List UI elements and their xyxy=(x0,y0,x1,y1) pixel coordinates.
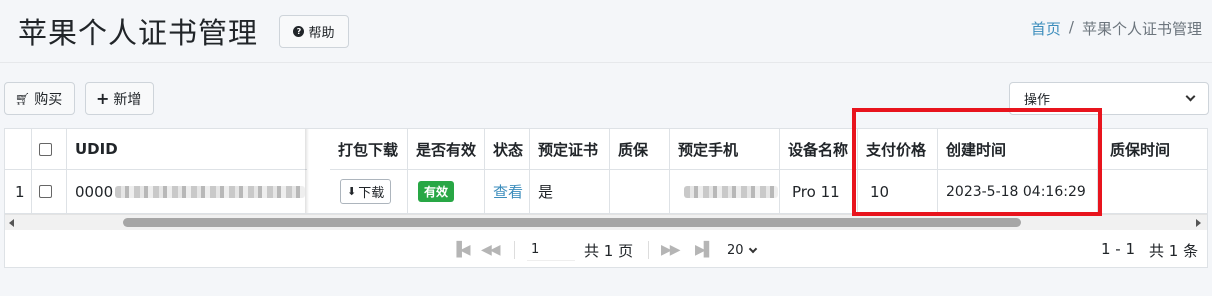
status-cell: 查看 xyxy=(485,169,530,213)
add-button[interactable]: + 新增 xyxy=(85,82,154,115)
udid-cell: 0000 xyxy=(67,169,307,213)
warranty-time-cell xyxy=(1098,169,1207,213)
row-number: 1 xyxy=(5,169,32,213)
column-header-device-name[interactable]: 设备名称 xyxy=(780,129,858,169)
next-page-icon[interactable]: ▶▶ xyxy=(661,242,680,258)
help-button[interactable]: ? 帮助 xyxy=(279,15,349,48)
range-text: 1 - 1 xyxy=(1101,240,1136,258)
column-header-reserved-phone[interactable]: 预定手机 xyxy=(670,129,780,169)
pagination: ▐◀ ◀◀ 1 共 1 页 ▶▶ ▶▌ 20 1 - 1 共 1 条 xyxy=(5,231,1207,269)
buy-button-label: 购买 xyxy=(34,91,63,108)
select-all-cell xyxy=(32,129,67,169)
red-highlight-box xyxy=(852,108,1102,216)
download-cell: ⬇ 下载 xyxy=(330,169,408,213)
help-button-label: 帮助 xyxy=(308,26,335,41)
chevron-down-icon xyxy=(1185,91,1196,102)
breadcrumb-separator: / xyxy=(1068,18,1074,36)
valid-badge: 有效 xyxy=(418,181,455,202)
download-button[interactable]: ⬇ 下载 xyxy=(340,179,392,204)
scroll-right-icon[interactable] xyxy=(1196,219,1201,227)
add-button-label: 新增 xyxy=(113,91,142,108)
page-header: 苹果个人证书管理 ? 帮助 首页 / 苹果个人证书管理 xyxy=(0,0,1212,62)
select-all-checkbox[interactable] xyxy=(39,142,52,156)
device-name-cell: Pro 11 xyxy=(780,169,858,213)
reserved-phone-cell xyxy=(670,169,780,213)
column-header-udid[interactable]: UDID xyxy=(67,129,307,169)
last-page-icon[interactable]: ▶▌ xyxy=(695,242,714,258)
row-checkbox-cell xyxy=(32,169,67,213)
column-header-reserved-cert[interactable]: 预定证书 xyxy=(530,129,610,169)
phone-redacted xyxy=(684,185,778,198)
warranty-cell xyxy=(610,169,670,213)
fixed-column-shadow xyxy=(305,129,309,213)
pager-separator xyxy=(648,241,649,259)
operations-select-value: 操作 xyxy=(1024,93,1051,108)
column-header-warranty-time[interactable]: 质保时间 xyxy=(1098,129,1207,169)
udid-redacted xyxy=(115,185,306,198)
valid-cell: 有效 xyxy=(408,169,485,213)
page-size-value: 20 xyxy=(727,242,744,258)
row-number-header xyxy=(5,129,32,169)
total-records-text: 共 1 条 xyxy=(1149,242,1199,260)
row-checkbox[interactable] xyxy=(39,185,52,198)
breadcrumb-current: 苹果个人证书管理 xyxy=(1081,20,1202,38)
page-size-select[interactable]: 20 xyxy=(723,240,771,260)
download-icon: ⬇ xyxy=(347,185,357,198)
breadcrumb: 首页 / 苹果个人证书管理 xyxy=(1031,18,1202,39)
shopping-cart-icon: 🛒︎ xyxy=(15,91,31,106)
reserved-cert-cell: 是 xyxy=(530,169,610,213)
question-circle-icon: ? xyxy=(293,26,305,37)
page-title: 苹果个人证书管理 xyxy=(18,16,259,50)
scroll-left-icon[interactable] xyxy=(9,219,14,227)
plus-icon: + xyxy=(96,88,110,108)
header-divider xyxy=(0,62,1212,63)
horizontal-scrollbar[interactable] xyxy=(5,214,1207,230)
view-link[interactable]: 查看 xyxy=(493,181,523,202)
chevron-down-icon xyxy=(748,244,757,253)
scrollbar-thumb[interactable] xyxy=(123,218,1021,227)
buy-button[interactable]: 🛒︎ 购买 xyxy=(4,82,75,115)
prev-page-icon[interactable]: ◀◀ xyxy=(481,242,500,258)
column-header-download[interactable]: 打包下载 xyxy=(330,129,408,169)
download-button-label: 下载 xyxy=(358,186,385,201)
breadcrumb-home-link[interactable]: 首页 xyxy=(1031,18,1061,39)
first-page-icon[interactable]: ▐◀ xyxy=(451,242,470,258)
udid-value: 0000 xyxy=(75,182,114,201)
column-header-warranty[interactable]: 质保 xyxy=(610,129,670,169)
page-number-input[interactable]: 1 xyxy=(527,239,575,261)
pager-separator xyxy=(514,241,515,259)
column-header-valid[interactable]: 是否有效 xyxy=(408,129,485,169)
total-pages-text: 共 1 页 xyxy=(584,242,634,260)
column-header-status[interactable]: 状态 xyxy=(485,129,530,169)
